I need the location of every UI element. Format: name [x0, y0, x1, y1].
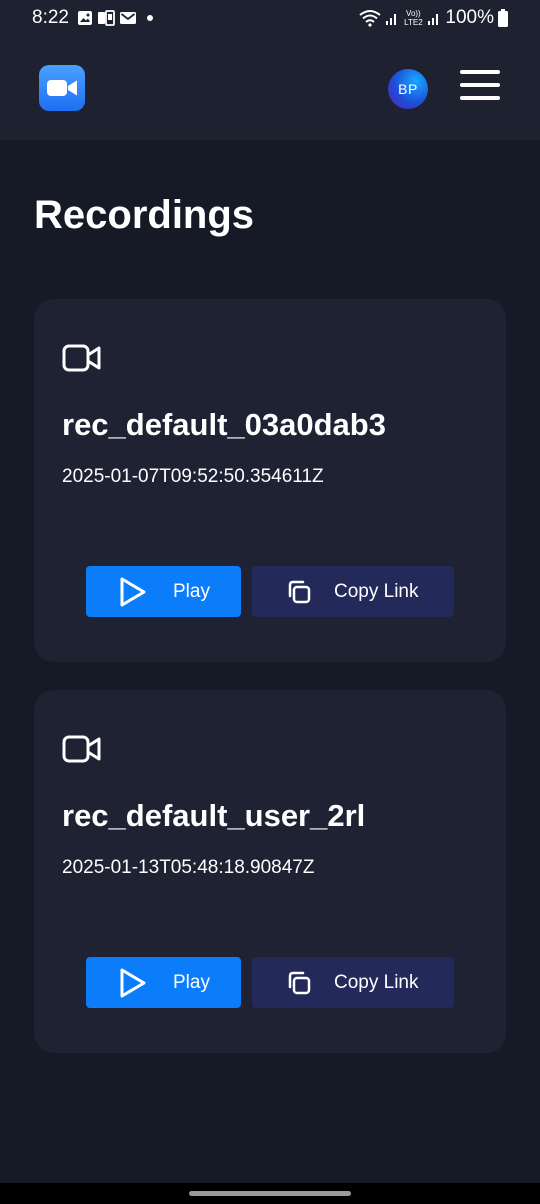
signal-2-icon	[428, 14, 439, 25]
status-bar: 8:22 Vo)) LTE2 100%	[0, 0, 540, 36]
play-icon	[119, 968, 147, 998]
lte-label: Vo)) LTE2	[404, 9, 423, 27]
more-notifications-dot	[146, 15, 153, 21]
hamburger-menu-icon[interactable]	[460, 70, 502, 100]
menu-line	[460, 96, 500, 100]
copy-link-button[interactable]: Copy Link	[252, 957, 454, 1008]
status-left: 8:22	[32, 7, 153, 29]
recordings-screen: 8:22 Vo)) LTE2 100% BP Recordings rec_de…	[0, 0, 540, 1204]
play-icon	[119, 577, 147, 607]
recording-name: rec_default_user_2rl	[62, 798, 366, 833]
play-label: Play	[173, 580, 210, 602]
video-camera-icon	[62, 735, 102, 768]
copy-link-label: Copy Link	[334, 971, 419, 993]
menu-line	[460, 70, 500, 74]
avatar-initials: BP	[398, 81, 418, 97]
app-logo-icon[interactable]	[39, 65, 85, 111]
battery-icon	[498, 9, 508, 27]
status-time: 8:22	[32, 7, 69, 28]
wifi-icon	[359, 10, 382, 27]
menu-line	[460, 83, 500, 87]
recording-name: rec_default_03a0dab3	[62, 407, 386, 442]
page-title: Recordings	[34, 193, 255, 237]
play-button[interactable]: Play	[86, 957, 241, 1008]
status-right: Vo)) LTE2 100%	[359, 7, 508, 29]
app-header: BP	[0, 36, 540, 140]
recording-card: rec_default_user_2rl 2025-01-13T05:48:18…	[34, 690, 506, 1053]
battery-percent: 100%	[445, 7, 494, 28]
copy-link-label: Copy Link	[334, 580, 419, 602]
mail-notification-icon	[119, 12, 136, 24]
recording-timestamp: 2025-01-07T09:52:50.354611Z	[62, 466, 324, 487]
notification-icons	[77, 10, 153, 26]
home-gesture-handle[interactable]	[189, 1191, 351, 1196]
play-button[interactable]: Play	[86, 566, 241, 617]
recording-card: rec_default_03a0dab3 2025-01-07T09:52:50…	[34, 299, 506, 662]
system-nav-bar	[0, 1183, 540, 1204]
copy-link-button[interactable]: Copy Link	[252, 566, 454, 617]
device-notification-icon	[97, 10, 115, 26]
recording-timestamp: 2025-01-13T05:48:18.90847Z	[62, 857, 315, 878]
user-avatar[interactable]: BP	[388, 69, 428, 109]
video-camera-icon	[62, 344, 102, 377]
play-label: Play	[173, 971, 210, 993]
gallery-notification-icon	[77, 11, 92, 25]
signal-1-icon	[386, 14, 397, 25]
copy-icon	[286, 970, 312, 996]
copy-icon	[286, 579, 312, 605]
